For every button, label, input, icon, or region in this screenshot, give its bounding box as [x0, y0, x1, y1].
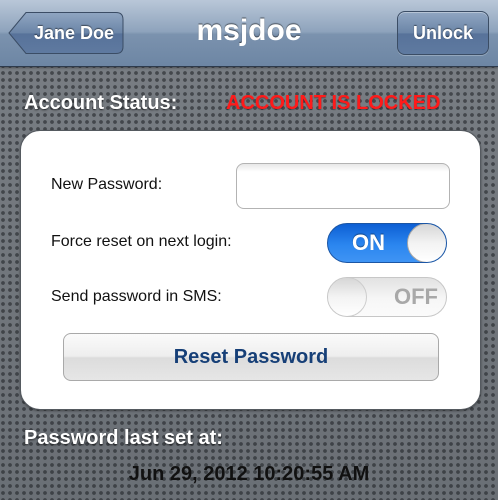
- force-reset-toggle[interactable]: ON: [327, 223, 447, 263]
- new-password-label: New Password:: [51, 176, 163, 193]
- force-reset-label: Force reset on next login:: [51, 233, 232, 250]
- screen: Jane Doe msjdoe Unlock Account Status: A…: [0, 0, 498, 500]
- back-button[interactable]: Jane Doe: [8, 11, 124, 55]
- password-last-set-value: Jun 29, 2012 10:20:55 AM: [128, 463, 370, 485]
- reset-password-button[interactable]: Reset Password: [63, 333, 439, 381]
- account-status-label: Account Status:: [24, 92, 178, 114]
- new-password-input[interactable]: [236, 163, 450, 209]
- navigation-bar: Jane Doe msjdoe Unlock: [0, 0, 498, 67]
- force-reset-toggle-knob: [407, 224, 446, 262]
- unlock-button[interactable]: Unlock: [397, 11, 489, 55]
- send-sms-toggle[interactable]: OFF: [327, 277, 447, 317]
- force-reset-toggle-state: ON: [352, 230, 385, 255]
- back-button-label: Jane Doe: [33, 23, 115, 43]
- nav-title: msjdoe: [196, 14, 302, 47]
- send-sms-toggle-state: OFF: [394, 284, 438, 309]
- account-status-value: ACCOUNT IS LOCKED: [226, 92, 441, 114]
- send-sms-label: Send password in SMS:: [51, 288, 222, 305]
- send-sms-toggle-knob: [328, 278, 367, 316]
- password-last-set-label: Password last set at:: [24, 427, 223, 449]
- password-reset-card: New Password: Force reset on next login:…: [20, 130, 481, 410]
